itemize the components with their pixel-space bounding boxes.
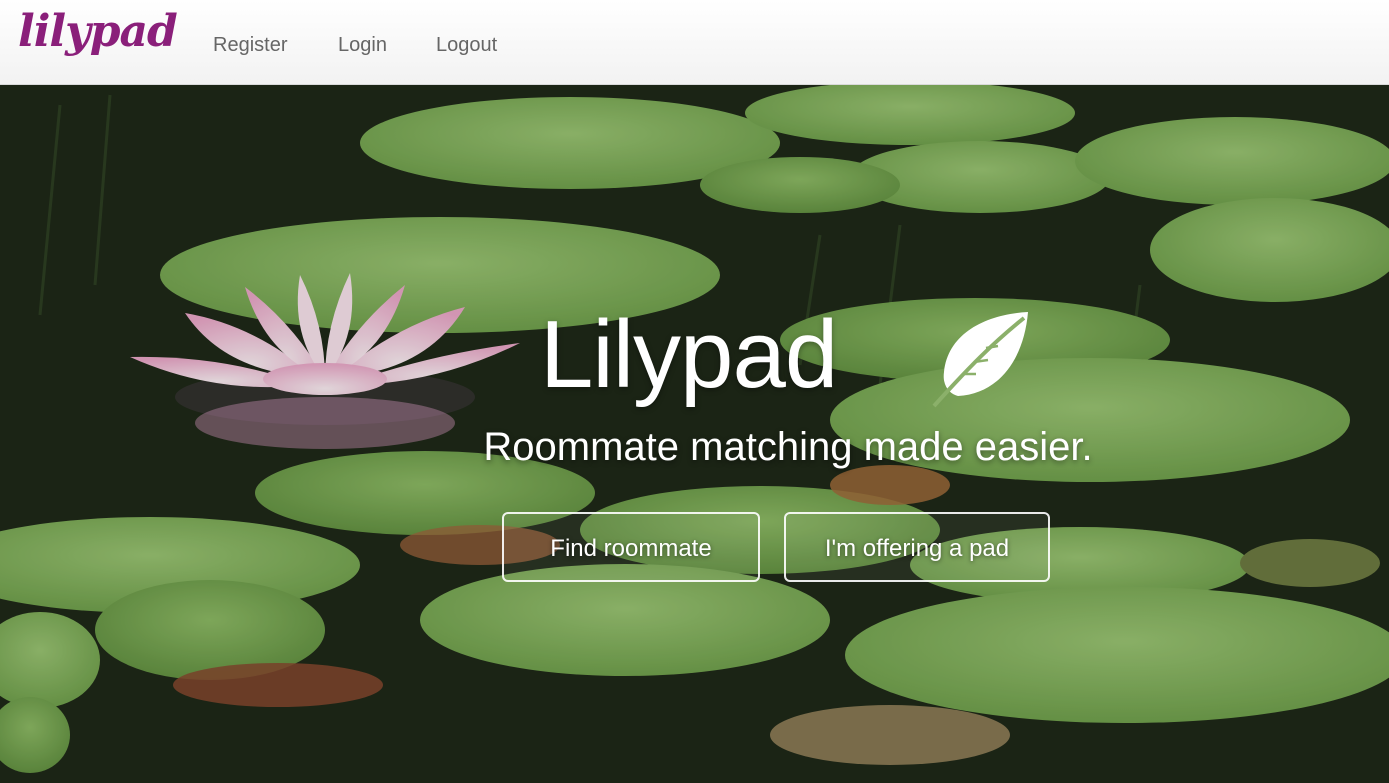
top-navbar: lilypad Register Login Logout	[0, 0, 1389, 85]
find-roommate-button[interactable]: Find roommate	[502, 512, 760, 582]
nav-register-link[interactable]: Register	[213, 34, 287, 57]
hero-title: Lilypad	[540, 301, 838, 408]
hero-title-group: Lilypad	[540, 300, 1060, 410]
nav-login-link[interactable]: Login	[338, 34, 387, 57]
hero-section: Lilypad Roommate matching made easier. F…	[0, 85, 1389, 783]
leaf-icon	[932, 312, 1028, 408]
offering-pad-button[interactable]: I'm offering a pad	[784, 512, 1050, 582]
hero-subtitle: Roommate matching made easier.	[483, 425, 1093, 469]
nav-logout-link[interactable]: Logout	[436, 34, 497, 57]
brand-logo[interactable]: lilypad	[18, 6, 178, 57]
